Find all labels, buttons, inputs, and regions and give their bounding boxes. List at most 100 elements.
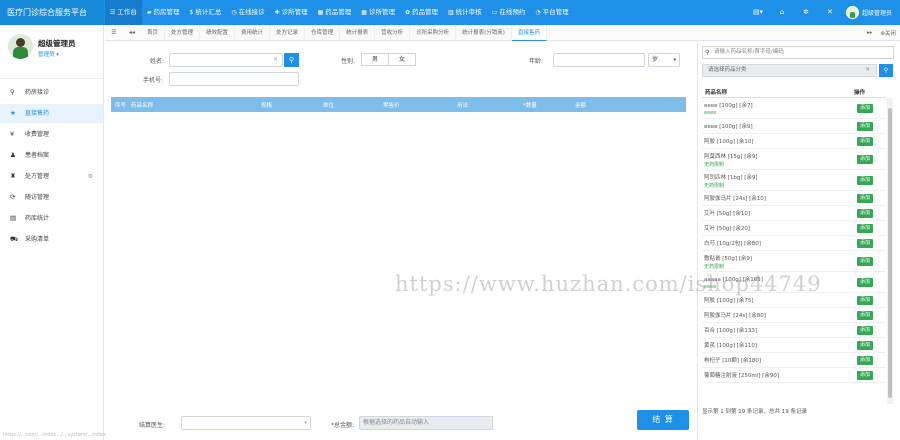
settle-button[interactable]: 结 算: [637, 410, 689, 430]
tab[interactable]: 营收分析: [375, 24, 411, 41]
add-drug-button[interactable]: 添加: [857, 104, 873, 113]
tabs-menu-icon[interactable]: ☰: [105, 29, 123, 36]
tab[interactable]: 仓库管理: [305, 24, 341, 41]
tab[interactable]: 统计报表: [340, 24, 376, 41]
home-icon[interactable]: ⌂: [770, 0, 794, 25]
add-drug-button[interactable]: 添加: [857, 341, 873, 350]
tab[interactable]: 费用统计: [235, 24, 271, 41]
drug-row: eeee [100g] [余7] eeee 添加: [702, 98, 886, 119]
sidebar-item[interactable]: ▤ 药库统计: [0, 209, 103, 228]
drug-status: 无药限制: [704, 264, 725, 270]
clear-icon[interactable]: ✕: [273, 54, 278, 66]
sidebar-item[interactable]: ⚲ 药房接诊: [0, 83, 103, 102]
tab[interactable]: 处方管理: [165, 24, 201, 41]
col-index: 序号: [115, 102, 127, 109]
col-price: 零售价: [383, 102, 400, 109]
tab[interactable]: 直接售药: [511, 24, 547, 41]
topnav-icon: ▦: [317, 9, 324, 16]
topnav-icon: ▦: [361, 9, 367, 16]
topnav-item[interactable]: ▦ 诊所管理: [356, 0, 400, 25]
tab[interactable]: 诊所采购分析: [410, 24, 457, 41]
drug-list-scrollbar[interactable]: [887, 98, 893, 404]
topnav-item[interactable]: ☰ 工作台: [105, 0, 142, 25]
drug-name: 阿胶伽马片 [24s] [余10]: [704, 196, 766, 202]
topnav-icon: ◷: [231, 9, 237, 16]
doctor-select[interactable]: ▾: [181, 416, 311, 430]
phone-input[interactable]: [169, 72, 299, 86]
add-drug-button[interactable]: 添加: [857, 122, 873, 131]
add-drug-button[interactable]: 添加: [857, 326, 873, 335]
add-drug-button[interactable]: 添加: [857, 239, 873, 248]
add-drug-button[interactable]: 添加: [857, 176, 873, 185]
drug-search-input[interactable]: ⚲ 请输入药品名称/首字母/编码: [702, 46, 894, 59]
add-drug-button[interactable]: 添加: [857, 371, 873, 380]
fullscreen-icon[interactable]: ✕: [818, 0, 842, 25]
topnav-item[interactable]: ▥ 统计审核: [443, 0, 487, 25]
search-button[interactable]: ⚲: [284, 53, 299, 67]
topnav-label: 诊所管理: [368, 8, 395, 16]
drug-name: 枸杞子 [10颗] [余180]: [704, 358, 762, 364]
topnav-item[interactable]: ◔ 平台管理: [530, 0, 573, 25]
profile-name: 超级管理员: [38, 39, 76, 48]
add-drug-button[interactable]: 添加: [857, 356, 873, 365]
add-drug-button[interactable]: 添加: [857, 194, 873, 203]
add-drug-button[interactable]: 添加: [857, 224, 873, 233]
sidebar-icon: ⚲: [10, 88, 15, 96]
name-input[interactable]: ✕: [169, 53, 283, 67]
topnav-label: 在线预约: [499, 8, 526, 16]
category-search-button[interactable]: ⚲: [879, 64, 893, 77]
user-menu[interactable]: 超级管理员: [842, 6, 900, 19]
topnav-icon: ▥: [448, 9, 454, 16]
add-drug-button[interactable]: 添加: [857, 137, 873, 146]
add-drug-button[interactable]: 添加: [857, 296, 873, 305]
clear-icon[interactable]: ✕: [865, 65, 870, 76]
sidebar-item[interactable]: ♟ 患者档案: [0, 146, 103, 165]
name-label: 姓名:: [150, 58, 165, 65]
add-drug-button[interactable]: 添加: [857, 209, 873, 218]
add-drug-button[interactable]: 添加: [857, 257, 873, 266]
sidebar-menu: ⚲ 药房接诊 ★ 直接售药 ¥ 收费管理 ♟ 患者档案 ♜ 处方管理 ⚙ ⟳ 随访管理 ▤ 药库统计 ⛟ 采购清…: [0, 83, 103, 249]
age-unit-select[interactable]: 岁 ▾: [648, 53, 680, 67]
close-tabs-button[interactable]: ⊗关闭: [876, 29, 900, 37]
topnav-item[interactable]: ✿ 药品管理: [400, 0, 443, 25]
drug-name: 白芍 [10g/2包] [余80]: [704, 241, 761, 247]
tab[interactable]: 处方记录: [270, 24, 306, 41]
gear-icon[interactable]: ⚙: [88, 167, 93, 186]
topnav-item[interactable]: ◷ 在线接诊: [226, 0, 269, 25]
col-quantity: *数量: [523, 102, 537, 109]
sidebar-item[interactable]: ⛟ 采购清单: [0, 230, 103, 249]
gender-female-option[interactable]: 女: [388, 53, 416, 66]
topnav-item[interactable]: $ 统计汇总: [185, 0, 227, 25]
sidebar-item[interactable]: ⟳ 随访管理: [0, 188, 103, 207]
tab[interactable]: 绩效配置: [200, 24, 236, 41]
sidebar-item-label: 采购清单: [25, 236, 50, 243]
topnav-item[interactable]: ✚ 诊所管理: [270, 0, 313, 25]
add-drug-button[interactable]: 添加: [857, 155, 873, 164]
add-drug-button[interactable]: 添加: [857, 311, 873, 320]
sidebar-item[interactable]: ★ 直接售药: [0, 104, 103, 123]
menu-toggle-icon[interactable]: ▤▾: [746, 0, 770, 25]
scrollbar-thumb[interactable]: [888, 108, 892, 398]
profile-role-dropdown[interactable]: 管理员 ▾: [38, 50, 59, 58]
tab[interactable]: 首页: [141, 24, 166, 41]
topnav-label: 诊所管理: [281, 8, 308, 16]
drug-row: 艾叶 [50g] [余10] 添加: [702, 206, 886, 221]
age-input[interactable]: [553, 53, 645, 67]
topnav-item[interactable]: ▭ 在线预约: [487, 0, 531, 25]
settings-icon[interactable]: ✲: [794, 0, 818, 25]
tabs-next-icon[interactable]: ▸▸: [863, 30, 877, 36]
drug-name: 葡萄糖注射液 [250ml] [余90]: [704, 373, 779, 379]
sidebar-item-label: 患者档案: [25, 152, 50, 159]
topnav-item[interactable]: ▰ 药房管理: [142, 0, 185, 25]
drug-list: eeee [100g] [余7] eeee 添加 eeee [100g] [余9] 添加…: [702, 98, 886, 404]
sidebar-item[interactable]: ¥ 收费管理: [0, 125, 103, 144]
drug-category-select[interactable]: 请选择药品分类 ✕: [702, 64, 877, 77]
topnav-item[interactable]: ▦ 药品管理: [313, 0, 357, 25]
tab[interactable]: 统计报表(分销商): [456, 24, 512, 41]
sidebar-item[interactable]: ♜ 处方管理 ⚙: [0, 167, 103, 186]
pagination-info: 显示第 1 到第 19 条记录，总共 19 条记录: [702, 409, 807, 415]
tabs-prev-icon[interactable]: ◂◂: [123, 29, 141, 36]
add-drug-button[interactable]: 添加: [857, 278, 873, 287]
topnav-label: 平台管理: [542, 8, 569, 16]
gender-male-option[interactable]: 男: [361, 53, 389, 66]
